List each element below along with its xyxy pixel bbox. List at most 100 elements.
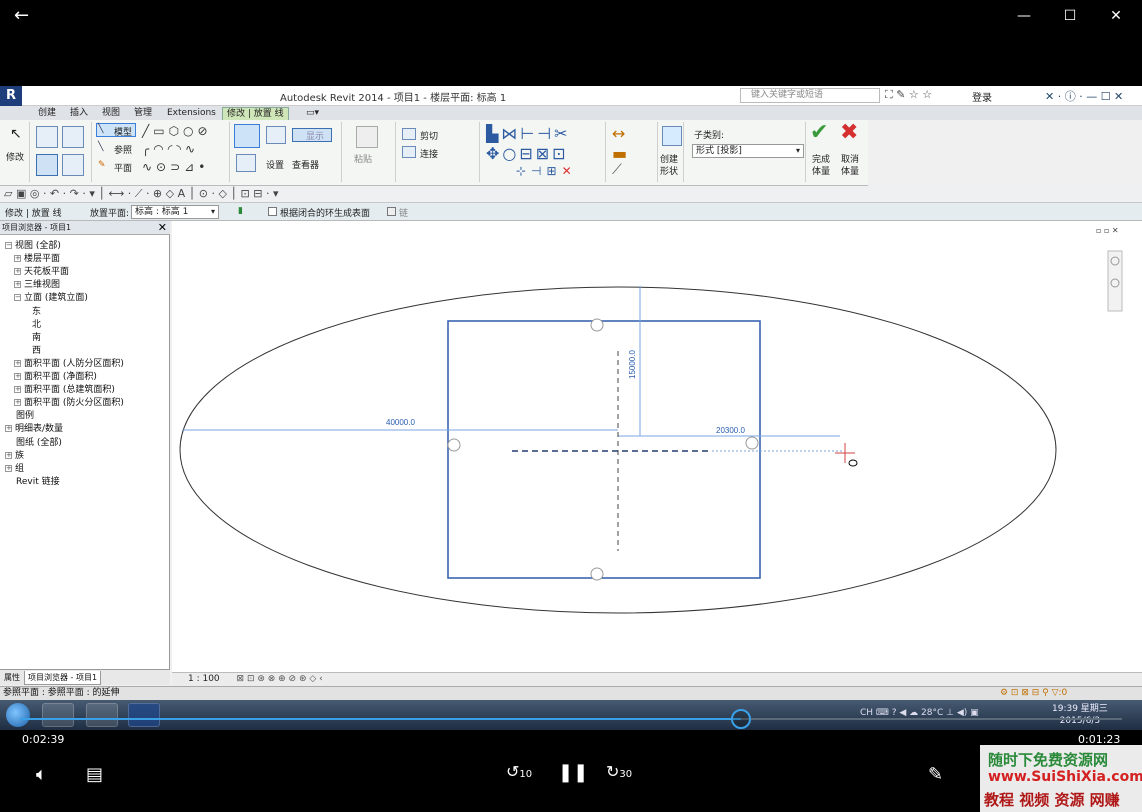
search-input[interactable]: 键入关键字或短语 [740, 88, 880, 103]
dimension-text-left[interactable]: 40000.0 [386, 418, 415, 427]
grip-top[interactable] [590, 318, 604, 332]
browser-tree-item[interactable]: Revit 链接 [5, 476, 60, 488]
show-button[interactable]: 显示 [306, 129, 324, 142]
expand-icon[interactable]: + [14, 281, 21, 289]
browser-tree-item[interactable]: + 天花板平面 [14, 266, 69, 278]
browser-tree-item[interactable]: + 三维视图 [14, 279, 60, 291]
finish-mass-label-2[interactable]: 体量 [812, 164, 830, 177]
select-icon-2[interactable] [62, 126, 84, 148]
paste-icon[interactable] [356, 126, 378, 148]
browser-tree-item[interactable]: 图纸 (全部) [5, 437, 62, 449]
pen-icon[interactable]: ✎ [928, 764, 943, 785]
cursor-arrow-icon[interactable]: ↖ [10, 126, 22, 142]
browser-tree-item[interactable]: + 面积平面 (人防分区面积) [14, 358, 124, 370]
browser-tree-item[interactable]: 南 [32, 332, 41, 344]
close-button[interactable]: ✕ [1105, 6, 1127, 26]
browser-tree-item[interactable]: + 明细表/数量 [5, 423, 63, 435]
browser-tree-item[interactable]: − 视图 (全部) [5, 240, 61, 252]
grid-icon[interactable] [266, 126, 286, 144]
placement-plane-dropdown[interactable]: 标高 : 标高 1 ▾ [131, 205, 219, 219]
select-icon-3[interactable] [36, 154, 58, 176]
shape-tools-row3[interactable]: ∿⊙⊃⊿• [142, 160, 209, 174]
model-button[interactable]: 模型 [114, 125, 132, 138]
view-window-controls[interactable]: ▫ ▫ ✕ [1096, 226, 1119, 235]
grip-right[interactable] [745, 436, 759, 450]
expand-icon[interactable]: + [5, 451, 12, 459]
drawing-canvas[interactable]: 40000.0 20300.0 15000.0 ▫ ▫ ✕ [172, 221, 1142, 673]
mass-rectangle[interactable] [447, 320, 761, 579]
plane-icon[interactable]: ▮ [238, 206, 243, 216]
tab-view[interactable]: 视图 [98, 107, 124, 120]
drawing-svg[interactable]: 40000.0 20300.0 15000.0 ▫ ▫ ✕ [172, 221, 1142, 673]
select-icon-4[interactable] [62, 154, 84, 176]
status-icons[interactable]: ⚙ ⊡ ⊠ ⊟ ⚲ ▽:0 [1000, 687, 1067, 700]
select-icon-1[interactable] [36, 126, 58, 148]
browser-tree-item[interactable]: 图例 [5, 410, 34, 422]
view-control-icons[interactable]: ⊠ ⊡ ⊛ ⊗ ⊕ ⊘ ⊛ ◇ ‹ [237, 674, 323, 684]
system-tray[interactable]: CH ⌨ ? ◀ ☁ 28°C ⊥ ◀) ▣ [860, 708, 979, 718]
clock[interactable]: 19:39 星期三 2015/6/3 [1052, 703, 1108, 727]
ref-line-icon[interactable]: ╲ [98, 142, 103, 152]
align-icon[interactable]: ⟋ [612, 162, 622, 178]
modify-button[interactable]: 修改 [6, 150, 24, 163]
explorer-task-icon[interactable] [42, 703, 74, 727]
tab-modify-place-line[interactable]: 修改 | 放置 线 [222, 107, 289, 120]
collapse-icon[interactable]: − [5, 242, 12, 249]
grip-left[interactable] [447, 438, 461, 452]
browser-tree-item[interactable]: + 楼层平面 [14, 253, 60, 265]
measure-icon[interactable]: ↔ [612, 124, 625, 143]
revit-task-icon[interactable] [128, 703, 160, 727]
tab-properties[interactable]: 属性 [1, 671, 23, 684]
browser-tree-item[interactable]: + 面积平面 (防火分区面积) [14, 397, 124, 409]
quick-access-toolbar[interactable]: ▱ ▣ ◎ · ↶ · ↷ · ▾ │ ⟷ · ⟋ · ⊕ ◇ A │ ⊙ · … [0, 186, 1142, 203]
expand-icon[interactable]: + [14, 359, 21, 367]
tab-manage[interactable]: 管理 [130, 107, 156, 120]
workplane-selected-icon[interactable] [234, 124, 260, 148]
maximize-button[interactable]: ☐ [1059, 6, 1081, 26]
start-button-icon[interactable] [6, 703, 30, 727]
expand-icon[interactable]: + [5, 464, 12, 472]
browser-tree-item[interactable]: + 族 [5, 450, 24, 462]
tab-insert[interactable]: 插入 [66, 107, 92, 120]
volume-icon[interactable]: 🔈︎ [36, 764, 47, 785]
browser-tree-item[interactable]: + 组 [5, 463, 24, 475]
scale-label[interactable]: 1 : 100 [188, 674, 220, 684]
browser-tree-item[interactable]: − 立面 (建筑立面) [14, 292, 88, 304]
minimize-button[interactable]: — [1013, 6, 1035, 26]
expand-icon[interactable]: + [5, 425, 12, 433]
paste-button[interactable]: 粘贴 [354, 152, 372, 165]
modify-tools-row1[interactable]: ▙⋈⊢⊣✂ [486, 124, 571, 143]
create-form-label-2[interactable]: 形状 [660, 164, 678, 177]
revit-logo-icon[interactable]: R [0, 86, 22, 106]
expand-icon[interactable]: + [14, 268, 21, 276]
login-button[interactable]: 登录 [972, 89, 992, 104]
cut-icon[interactable] [402, 128, 416, 140]
infocenter-icons[interactable]: ⛶ ✎ ☆ ☆ [885, 88, 932, 102]
dimension-text-right[interactable]: 20300.0 [716, 426, 745, 435]
browser-tree-item[interactable]: + 面积平面 (总建筑面积) [14, 384, 115, 396]
pdf-task-icon[interactable] [86, 703, 118, 727]
line-tool-icon[interactable]: ╲ [98, 124, 103, 134]
chain-checkbox[interactable] [387, 207, 396, 216]
navigation-bar[interactable] [1107, 250, 1123, 312]
expand-icon[interactable]: + [14, 373, 21, 380]
browser-tree-item[interactable]: 西 [32, 345, 41, 357]
expand-icon[interactable]: + [14, 386, 21, 394]
collapse-icon[interactable]: − [14, 294, 21, 302]
expand-icon[interactable]: + [14, 399, 21, 407]
workplane-icon-2[interactable] [236, 154, 256, 172]
skip-forward-button[interactable]: ↻30 [606, 762, 632, 781]
pause-button[interactable]: ❚❚ [558, 762, 588, 783]
progress-thumb[interactable] [730, 709, 751, 729]
grip-bottom[interactable] [590, 567, 604, 581]
set-button[interactable]: 设置 [266, 158, 284, 171]
cut-button[interactable]: 剪切 [420, 129, 438, 142]
browser-tree-item[interactable]: + 面积平面 (净面积) [14, 371, 97, 383]
cancel-mass-label-2[interactable]: 体量 [841, 164, 859, 177]
browser-tree-item[interactable]: 东 [32, 306, 41, 318]
shape-tools-row1[interactable]: ╱▭⬡○⊘ [142, 124, 212, 138]
help-icons[interactable]: ✕ · ⓘ · — ☐ ✕ [1045, 88, 1123, 104]
close-icon[interactable]: ✕ [158, 221, 167, 234]
expand-icon[interactable]: + [14, 255, 21, 263]
plane-button[interactable]: 平面 [114, 161, 132, 174]
